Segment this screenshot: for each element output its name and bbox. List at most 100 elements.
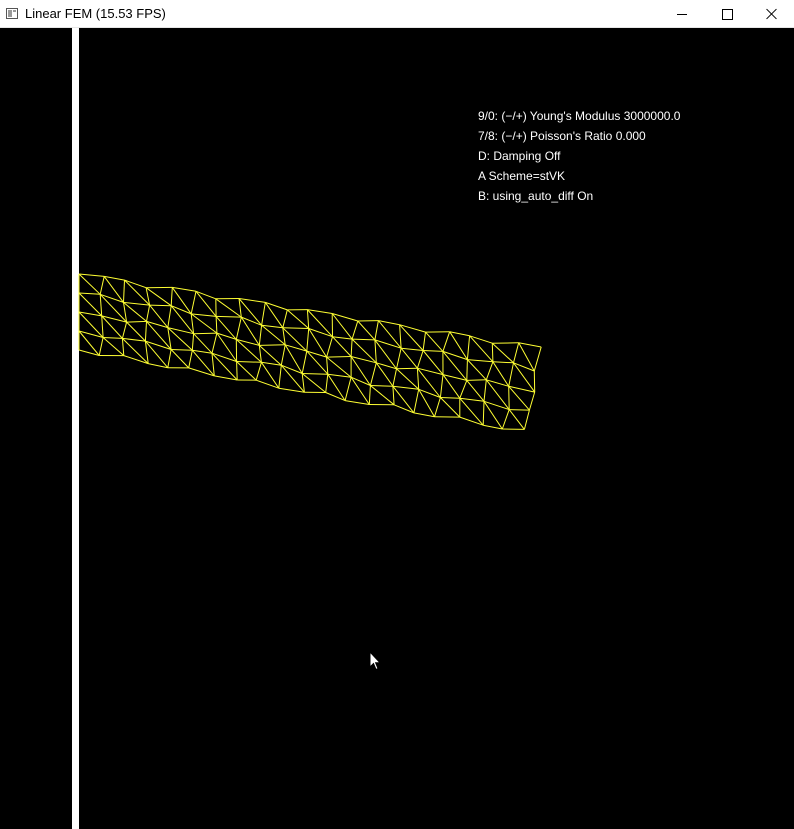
mesh-edge-horizontal bbox=[518, 342, 542, 348]
mesh-edge-vertical bbox=[121, 338, 125, 356]
mesh-edge-vertical bbox=[146, 305, 151, 322]
mesh-edge-vertical bbox=[170, 287, 173, 306]
mesh-edge-vertical bbox=[442, 331, 451, 352]
mesh-edge-diagonal bbox=[103, 276, 124, 303]
mesh-edge-vertical bbox=[528, 391, 536, 411]
mesh-edge-vertical bbox=[144, 321, 147, 342]
maximize-button[interactable] bbox=[704, 0, 750, 28]
mesh-edge-horizontal bbox=[78, 273, 105, 277]
mesh-edge-horizontal bbox=[345, 400, 370, 405]
mesh-edge-vertical bbox=[466, 359, 468, 381]
simulation-viewport[interactable]: 9/0: (−/+) Young's Modulus 3000000.0 7/8… bbox=[0, 28, 794, 829]
mesh-edge-vertical bbox=[301, 350, 308, 374]
hud-damping: D: Damping Off bbox=[478, 149, 561, 163]
mesh-edge-horizontal bbox=[459, 397, 485, 402]
mesh-edge-horizontal bbox=[193, 332, 217, 335]
mesh-edge-horizontal bbox=[265, 301, 288, 311]
window-title: Linear FEM (15.53 FPS) bbox=[25, 6, 166, 21]
mesh-edge-diagonal bbox=[483, 401, 503, 430]
mesh-edge-diagonal bbox=[357, 320, 376, 341]
mesh-edge-vertical bbox=[374, 339, 377, 363]
mesh-edge-vertical bbox=[99, 294, 103, 316]
mesh-edge-horizontal bbox=[78, 349, 100, 356]
mesh-edge-horizontal bbox=[259, 344, 286, 346]
mesh-edge-vertical bbox=[523, 409, 530, 430]
mesh-edge-vertical bbox=[123, 280, 125, 303]
mesh-edge-vertical bbox=[98, 337, 104, 356]
mesh-edge-vertical bbox=[439, 374, 444, 398]
mesh-edge-vertical bbox=[392, 368, 397, 387]
mesh-edge-vertical bbox=[306, 309, 310, 329]
mesh-edge-vertical bbox=[413, 389, 420, 413]
mesh-edge-diagonal bbox=[374, 339, 397, 370]
mesh-edge-horizontal bbox=[126, 320, 147, 323]
mesh-edge-vertical bbox=[101, 315, 104, 338]
mesh-edge-horizontal bbox=[326, 356, 352, 358]
mesh-edge-vertical bbox=[191, 333, 195, 351]
mesh-edge-diagonal bbox=[400, 347, 418, 369]
mesh-edge-diagonal bbox=[422, 350, 444, 375]
mesh-edge-diagonal bbox=[215, 298, 242, 318]
mesh-edge-vertical bbox=[369, 362, 377, 386]
mesh-edge-diagonal bbox=[449, 331, 468, 360]
mesh-edge-vertical bbox=[235, 316, 242, 340]
mesh-edge-horizontal bbox=[332, 313, 358, 322]
mesh-edge-vertical bbox=[508, 362, 514, 387]
close-icon bbox=[766, 8, 778, 20]
mesh-edge-horizontal bbox=[172, 286, 197, 292]
mesh-edge-horizontal bbox=[104, 275, 125, 281]
mesh-edge-horizontal bbox=[191, 313, 217, 317]
mesh-edge-horizontal bbox=[492, 361, 514, 364]
mesh-edge-horizontal bbox=[440, 397, 460, 399]
mesh-edge-diagonal bbox=[193, 333, 213, 354]
mesh-edge-vertical bbox=[261, 302, 266, 326]
mesh-edge-horizontal bbox=[332, 336, 353, 340]
close-button[interactable] bbox=[749, 0, 794, 28]
mesh-edge-vertical bbox=[351, 320, 359, 340]
mesh-edge-horizontal bbox=[396, 367, 418, 370]
mesh-edge-diagonal bbox=[78, 273, 101, 295]
mesh-edge-horizontal bbox=[467, 359, 493, 363]
mesh-edge-horizontal bbox=[352, 338, 375, 341]
mesh-edge-vertical bbox=[99, 276, 105, 295]
mesh-edge-diagonal bbox=[518, 342, 535, 372]
mesh-edge-diagonal bbox=[101, 315, 123, 339]
mesh-edge-horizontal bbox=[483, 424, 503, 430]
mesh-edge-horizontal bbox=[101, 315, 127, 323]
mesh-edge-diagonal bbox=[332, 336, 352, 357]
mesh-edge-diagonal bbox=[216, 332, 238, 362]
mesh-edge-diagonal bbox=[301, 373, 327, 393]
mesh-edge-horizontal bbox=[509, 409, 530, 411]
mesh-edge-horizontal bbox=[302, 373, 328, 375]
mesh-edge-horizontal bbox=[216, 315, 242, 318]
mesh-edge-vertical bbox=[236, 361, 238, 381]
mesh-edge-diagonal bbox=[170, 349, 190, 369]
mesh-edge-diagonal bbox=[145, 287, 172, 307]
hud-auto-diff: B: using_auto_diff On bbox=[478, 189, 594, 203]
mesh-edge-vertical bbox=[258, 325, 263, 346]
mesh-edge-vertical bbox=[211, 353, 215, 376]
mesh-edge-horizontal bbox=[413, 412, 435, 418]
mesh-edge-diagonal bbox=[190, 313, 218, 334]
mesh-edge-vertical bbox=[326, 336, 333, 358]
mesh-edge-diagonal bbox=[466, 380, 485, 402]
mesh-edge-vertical bbox=[344, 377, 352, 401]
hud-youngs-modulus: 9/0: (−/+) Young's Modulus 3000000.0 bbox=[478, 109, 681, 123]
mesh-edge-horizontal bbox=[401, 347, 424, 351]
mesh-edge-diagonal bbox=[440, 397, 461, 418]
mesh-edge-vertical bbox=[485, 361, 494, 380]
mesh-edge-vertical bbox=[280, 344, 286, 366]
mesh-edge-horizontal bbox=[238, 298, 266, 303]
mesh-edge-vertical bbox=[399, 324, 402, 349]
mesh-edge-diagonal bbox=[396, 368, 420, 390]
mesh-edge-vertical bbox=[306, 328, 310, 352]
mesh-edge-horizontal bbox=[423, 350, 443, 352]
mesh-edge-vertical bbox=[215, 316, 218, 334]
mesh-edge-diagonal bbox=[260, 362, 280, 389]
minimize-icon bbox=[677, 13, 687, 15]
minimize-button[interactable] bbox=[659, 0, 705, 28]
mesh-edge-diagonal bbox=[102, 337, 125, 356]
mesh-edge-vertical bbox=[392, 386, 395, 405]
mesh-edge-vertical bbox=[459, 380, 468, 399]
mesh-edge-vertical bbox=[350, 339, 353, 357]
